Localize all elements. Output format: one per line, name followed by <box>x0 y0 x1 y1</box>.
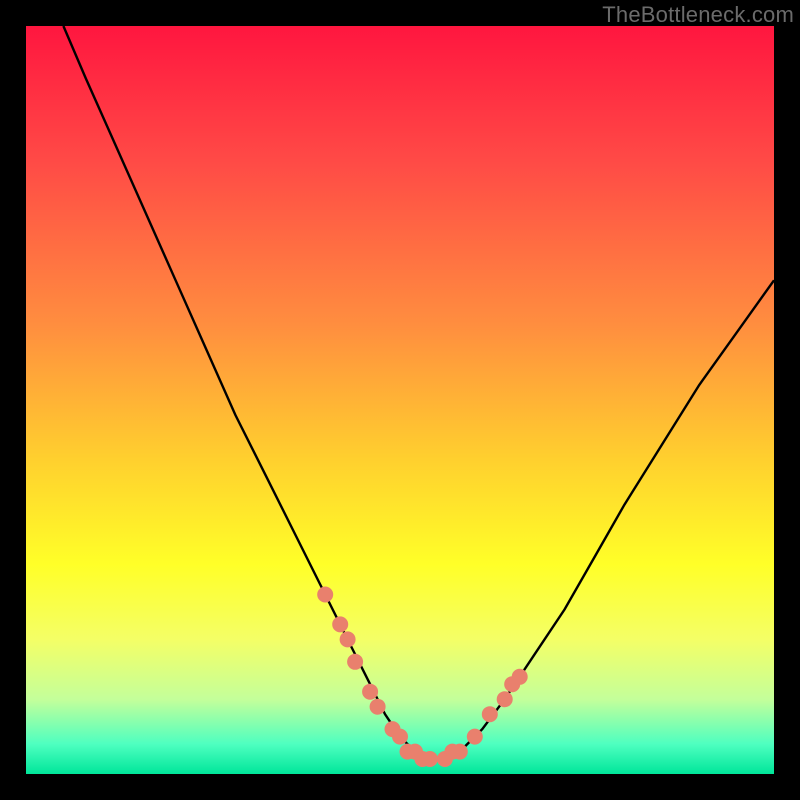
marker-point <box>482 706 498 722</box>
marker-point <box>332 616 348 632</box>
marker-point <box>317 587 333 603</box>
watermark-text: TheBottleneck.com <box>602 2 794 28</box>
marker-point <box>422 751 438 767</box>
marker-point <box>340 631 356 647</box>
gradient-background <box>26 26 774 774</box>
marker-point <box>452 744 468 760</box>
marker-point <box>347 654 363 670</box>
marker-point <box>512 669 528 685</box>
chart-svg <box>26 26 774 774</box>
marker-point <box>392 729 408 745</box>
marker-point <box>362 684 378 700</box>
marker-point <box>497 691 513 707</box>
marker-point <box>370 699 386 715</box>
marker-point <box>467 729 483 745</box>
chart-frame <box>26 26 774 774</box>
